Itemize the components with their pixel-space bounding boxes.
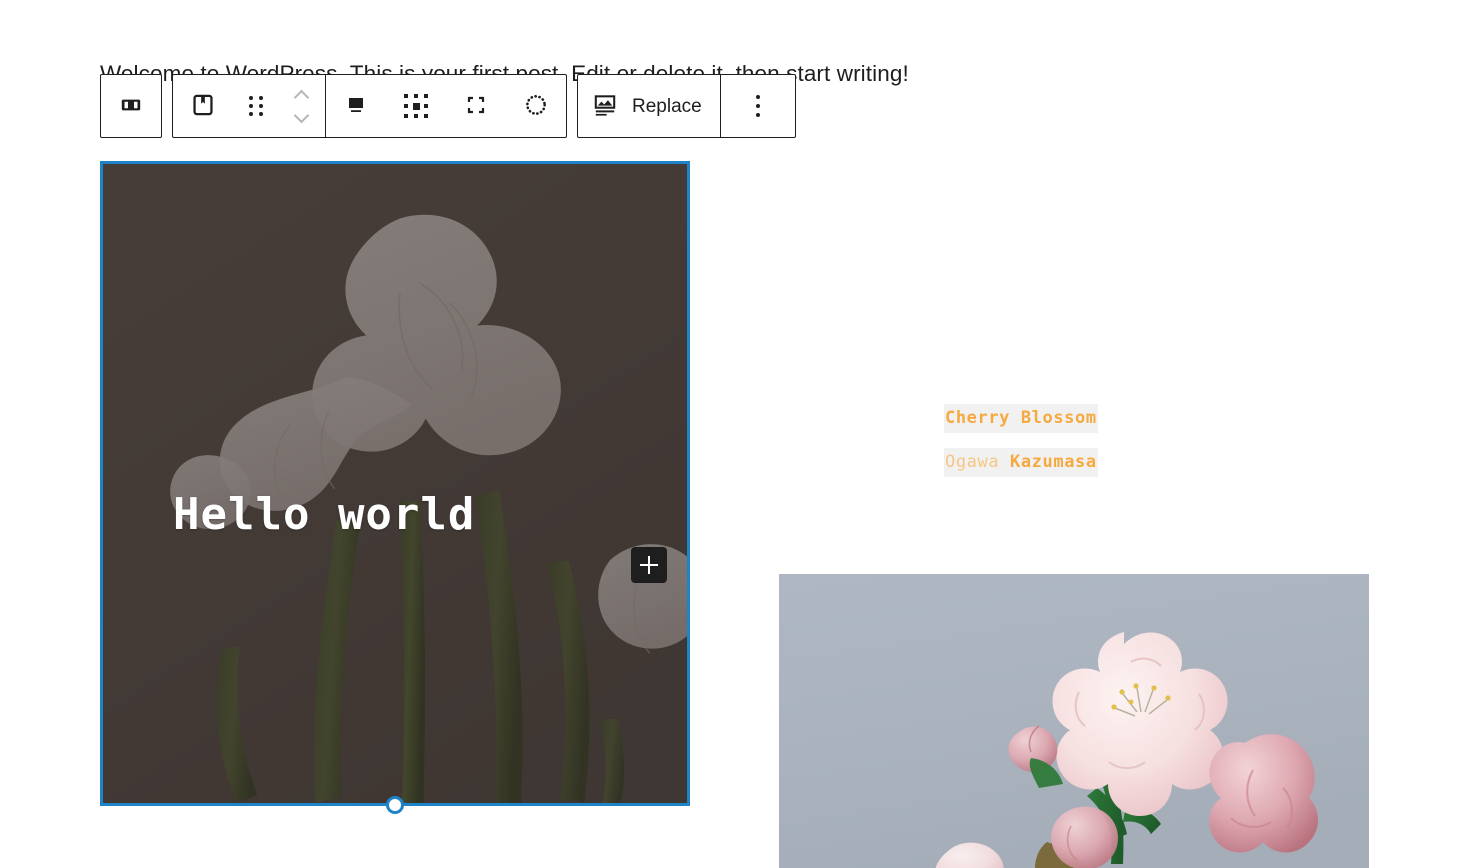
block-toolbar: Replace: [100, 74, 796, 138]
drag-handle-icon: [249, 96, 263, 116]
cover-block-title[interactable]: Hello world: [173, 490, 475, 539]
replace-button[interactable]: Replace: [578, 75, 720, 137]
cover-block[interactable]: Hello world: [100, 161, 690, 814]
block-mover-group: [172, 74, 567, 138]
media-caption: Cherry Blossom Ogawa Kazumasa: [944, 404, 1126, 477]
fullscreen-expand-icon: [464, 93, 488, 120]
replace-options-group: Replace: [577, 74, 796, 138]
replace-button-label: Replace: [632, 95, 702, 117]
cherry-blossom-figure[interactable]: [779, 574, 1369, 868]
cover-resize-handle[interactable]: [386, 796, 404, 814]
fullscreen-button[interactable]: [446, 75, 506, 137]
parent-block-button[interactable]: [101, 75, 161, 137]
align-position-icon: [344, 93, 368, 120]
block-type-button[interactable]: [173, 75, 233, 137]
image-icon: [592, 92, 618, 121]
parent-block-group: [100, 74, 162, 138]
focal-point-button[interactable]: [386, 75, 446, 137]
cover-overlay: [103, 164, 687, 803]
overlay-button[interactable]: [506, 75, 566, 137]
block-appender-button[interactable]: [631, 547, 667, 583]
focal-point-picker-icon: [404, 94, 428, 118]
chevron-up-icon[interactable]: [295, 92, 309, 100]
editor-canvas: Welcome to WordPress. This is your first…: [0, 0, 1463, 868]
drag-handle-button[interactable]: [233, 75, 279, 137]
media-and-text-icon: [118, 92, 144, 121]
cherry-blossom-image: [779, 574, 1369, 868]
chevron-down-icon[interactable]: [295, 112, 309, 120]
caption-title[interactable]: Cherry Blossom: [944, 404, 1098, 433]
align-button[interactable]: [326, 75, 386, 137]
cover-block-icon: [190, 92, 216, 121]
caption-credit-prefix: Ogawa: [945, 452, 1011, 472]
dotted-circle-overlay-icon: [523, 92, 549, 121]
more-options-button[interactable]: [721, 75, 795, 137]
caption-credit[interactable]: Ogawa Kazumasa: [944, 448, 1098, 477]
caption-credit-name: Kazumasa: [1010, 452, 1097, 472]
block-movers: [279, 75, 325, 137]
cover-block-inner: Hello world: [103, 164, 687, 803]
three-dots-vertical-icon: [755, 95, 760, 117]
